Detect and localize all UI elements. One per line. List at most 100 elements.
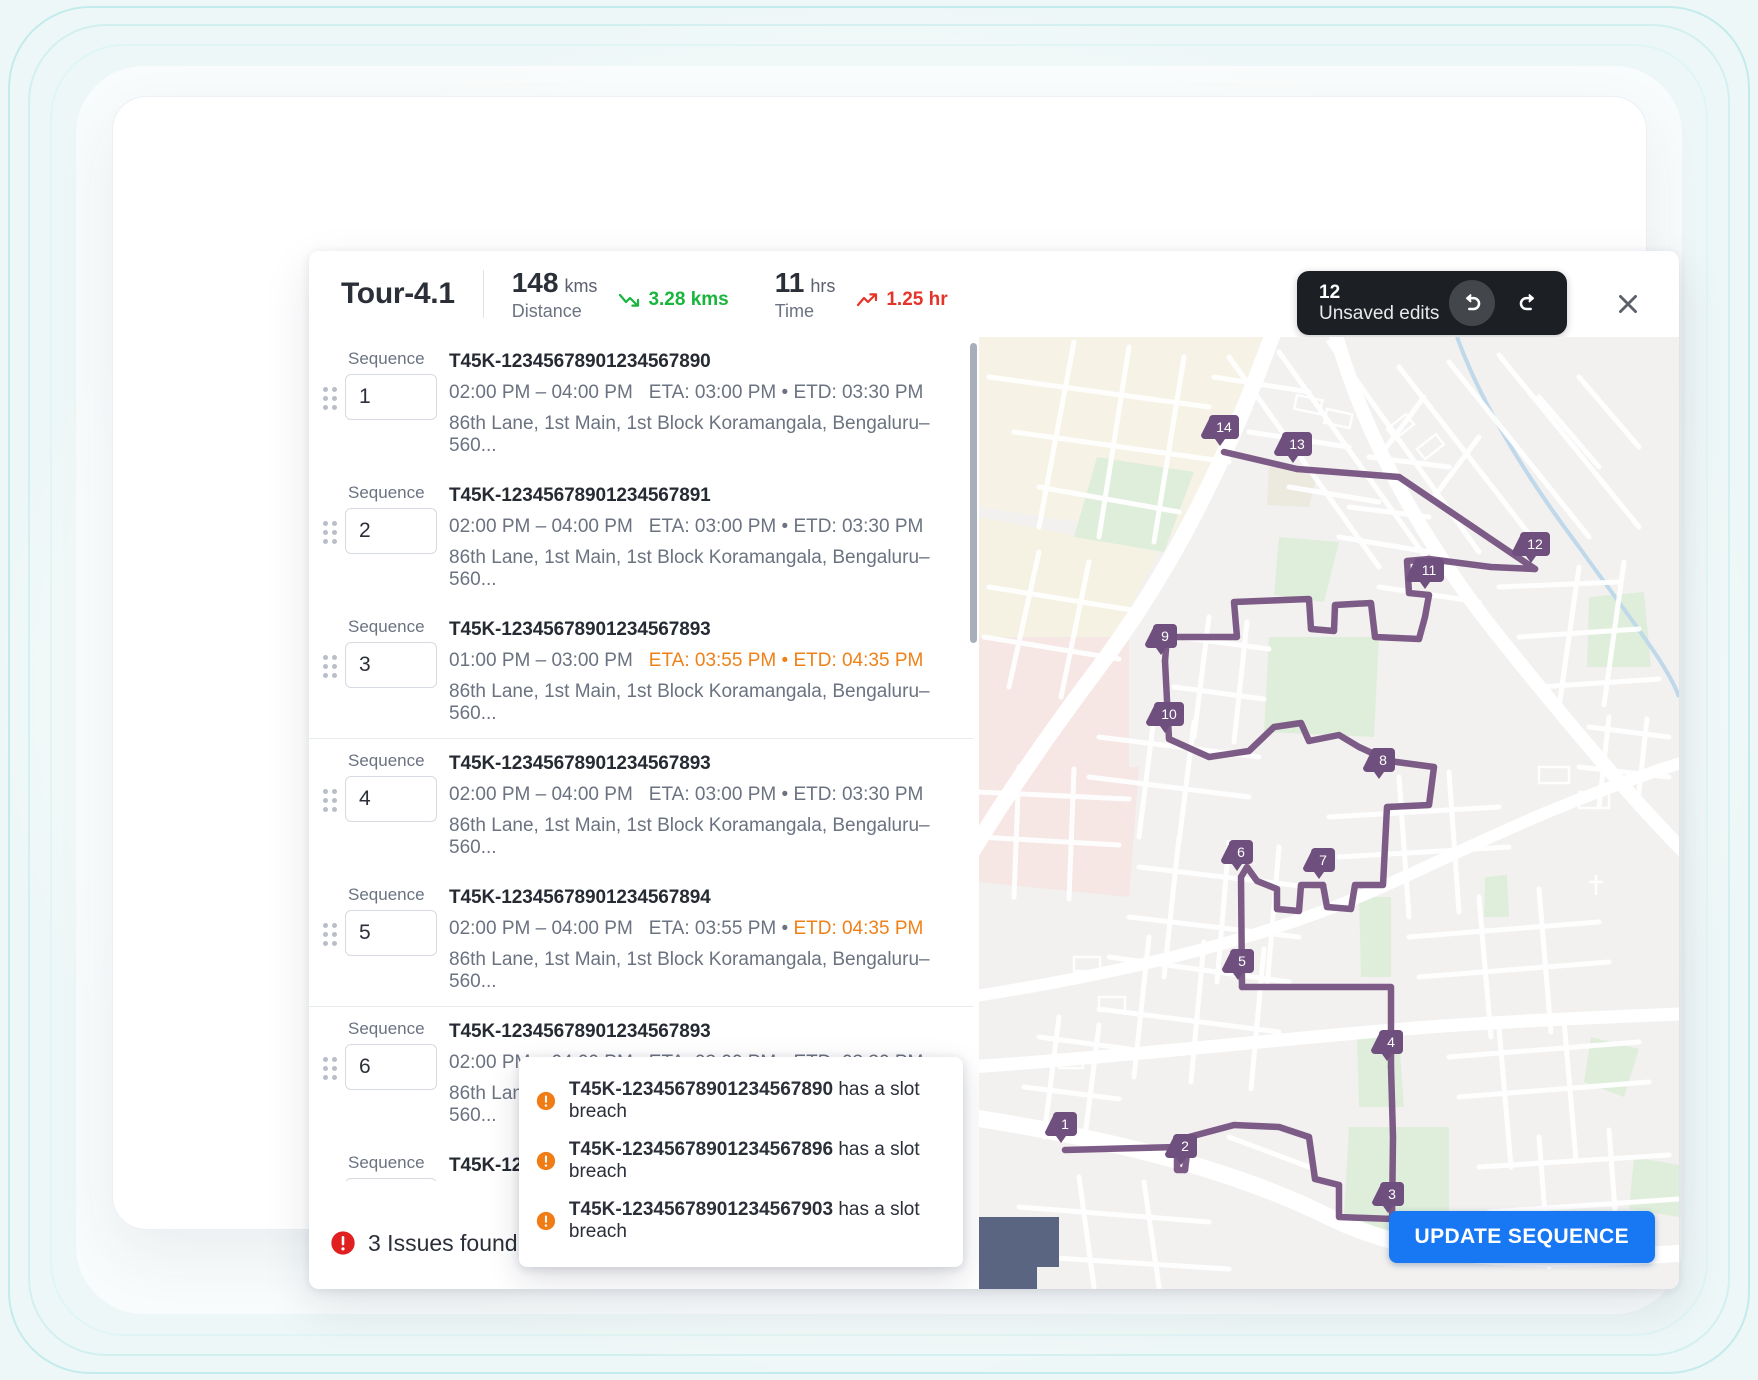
unsaved-edits-label: Unsaved edits	[1319, 303, 1439, 324]
distance-value: 148	[512, 267, 559, 299]
issue-stop-id: T45K-12345678901234567896	[569, 1139, 833, 1160]
separator-dot: •	[776, 918, 793, 939]
stop-id: T45K-12345678901234567891	[449, 485, 969, 507]
issue-item[interactable]: T45K-12345678901234567890 has a slot bre…	[535, 1071, 947, 1131]
distance-delta-text: 3.28 kms	[648, 289, 728, 311]
modal-header: Tour-4.1 148 kms Distance 3.28 kms	[309, 251, 1679, 337]
sequence-column: Sequence	[345, 1153, 449, 1181]
redo-button[interactable]	[1505, 280, 1551, 326]
drag-handle-icon[interactable]	[321, 787, 339, 813]
error-circle-icon	[329, 1229, 357, 1257]
marker-label: 2	[1181, 1138, 1189, 1154]
sequence-label: Sequence	[345, 483, 449, 503]
issue-text: T45K-12345678901234567890 has a slot bre…	[569, 1079, 947, 1123]
stop-etd: ETD: 03:30 PM	[793, 516, 923, 537]
sequence-label: Sequence	[345, 349, 449, 369]
page-background: Tour-4.1 148 kms Distance 3.28 kms	[0, 0, 1758, 1380]
stop-etd: ETD: 03:30 PM	[793, 382, 923, 403]
marker-label: 7	[1319, 852, 1327, 868]
time-delta: 1.25 hr	[857, 289, 947, 311]
stop-info: T45K-12345678901234567890 02:00 PM – 04:0…	[449, 349, 969, 457]
sequence-column: Sequence	[345, 483, 449, 554]
drag-handle-icon[interactable]	[321, 653, 339, 679]
warning-circle-icon	[535, 1149, 557, 1173]
update-sequence-button[interactable]: UPDATE SEQUENCE	[1389, 1211, 1655, 1263]
stop-list[interactable]: SequenceT45K-1234567890123456789002:00 P…	[309, 337, 979, 1181]
trend-down-icon	[619, 292, 641, 308]
stop-info: T45K-12345678901234567891 02:00 PM – 04:0…	[449, 483, 969, 591]
marker-label: 13	[1289, 436, 1305, 452]
marker-label: 14	[1216, 419, 1232, 435]
issues-popup: T45K-12345678901234567890 has a slot bre…	[519, 1057, 963, 1267]
stop-info: T45K-12345678901234567893 02:00 PM – 04:0…	[449, 751, 969, 859]
trend-up-icon	[857, 292, 879, 308]
stop-row[interactable]: SequenceT45K-1234567890123456789301:00 P…	[309, 605, 979, 739]
sequence-input[interactable]	[345, 1044, 437, 1090]
sequence-input[interactable]	[345, 776, 437, 822]
sequence-input[interactable]	[345, 910, 437, 956]
stop-row[interactable]: SequenceT45K-12345678901234567891 02:00 P…	[309, 471, 979, 605]
map-canvas: 1234567891011121314	[979, 337, 1679, 1289]
time-unit: hrs	[810, 276, 835, 297]
stop-slot: 02:00 PM – 04:00 PM	[449, 516, 633, 537]
stop-id: T45K-12345678901234567893	[449, 753, 969, 775]
separator-dot: •	[776, 784, 793, 805]
drag-handle-icon[interactable]	[321, 385, 339, 411]
warning-circle-icon	[535, 1089, 557, 1113]
page-title: Tour-4.1	[341, 277, 455, 311]
issues-found-summary[interactable]: 3 Issues found	[329, 1229, 518, 1257]
drag-handle-icon[interactable]	[321, 921, 339, 947]
stop-eta: ETA: 03:00 PM	[649, 784, 776, 805]
undo-icon	[1459, 290, 1485, 316]
sequence-input[interactable]	[345, 1178, 437, 1181]
marker-label: 3	[1388, 1186, 1396, 1202]
separator-dot: •	[776, 650, 793, 671]
marker-label: 4	[1387, 1034, 1395, 1050]
stop-times: 02:00 PM – 04:00 PM ETA: 03:00 PM • ETD: …	[449, 382, 969, 404]
stop-info: T45K-12345678901234567893 01:00 PM – 03:0…	[449, 617, 969, 725]
marker-label: 10	[1161, 706, 1177, 722]
stop-times: 02:00 PM – 04:00 PMETA: 03:55 PM • ETD: …	[449, 918, 969, 940]
undo-button[interactable]	[1449, 280, 1495, 326]
drag-handle-icon[interactable]	[321, 1055, 339, 1081]
separator-dot: •	[776, 382, 793, 403]
marker-label: 11	[1422, 562, 1437, 578]
time-delta-text: 1.25 hr	[886, 289, 947, 311]
header-divider	[483, 270, 484, 318]
stop-row[interactable]: SequenceT45K-12345678901234567890 02:00 P…	[309, 337, 979, 471]
stop-id: T45K-12345678901234567893	[449, 619, 969, 641]
marker-label: 8	[1379, 752, 1387, 768]
unsaved-edits-text: 12 Unsaved edits	[1319, 282, 1439, 325]
stop-row[interactable]: SequenceT45K-1234567890123456789302:00 P…	[309, 739, 979, 873]
marker-label: 5	[1238, 953, 1246, 969]
stop-slot: 01:00 PM – 03:00 PM	[449, 650, 633, 671]
list-scrollbar-thumb[interactable]	[970, 343, 977, 643]
route-map[interactable]: 1234567891011121314 UPDATE SEQUENCE	[979, 337, 1679, 1289]
drag-handle-icon[interactable]	[321, 519, 339, 545]
sequence-input[interactable]	[345, 642, 437, 688]
sequence-column: Sequence	[345, 885, 449, 956]
sequence-input[interactable]	[345, 508, 437, 554]
stop-eta: ETA: 03:00 PM	[649, 382, 776, 403]
unsaved-edits-panel: 12 Unsaved edits	[1297, 271, 1567, 335]
stop-address: 86th Lane, 1st Main, 1st Block Koramanga…	[449, 681, 969, 725]
unsaved-edits-count: 12	[1319, 282, 1439, 303]
stop-times: 01:00 PM – 03:00 PMETA: 03:55 PM • ETD: …	[449, 650, 969, 672]
modal-body: SequenceT45K-1234567890123456789002:00 P…	[309, 337, 1679, 1289]
stop-id: T45K-12345678901234567894	[449, 887, 969, 909]
stop-slot: 02:00 PM – 04:00 PM	[449, 382, 633, 403]
stop-etd: ETD: 04:35 PM	[793, 918, 923, 939]
stop-info: T45K-12345678901234567894 02:00 PM – 04:0…	[449, 885, 969, 993]
distance-label: Distance	[512, 301, 598, 322]
stop-eta: ETA: 03:55 PM	[649, 918, 776, 939]
stop-id: T45K-12345678901234567890	[449, 351, 969, 373]
time-label: Time	[775, 301, 836, 322]
stop-address: 86th Lane, 1st Main, 1st Block Koramanga…	[449, 815, 969, 859]
metric-time: 11 hrs Time	[775, 267, 836, 322]
sequence-input[interactable]	[345, 374, 437, 420]
issue-item[interactable]: T45K-12345678901234567903 has a slot bre…	[535, 1191, 947, 1251]
stop-slot: 02:00 PM – 04:00 PM	[449, 784, 633, 805]
issue-item[interactable]: T45K-12345678901234567896 has a slot bre…	[535, 1131, 947, 1191]
stop-row[interactable]: SequenceT45K-12345678901234567894 02:00 P…	[309, 873, 979, 1007]
close-button[interactable]	[1611, 287, 1645, 321]
